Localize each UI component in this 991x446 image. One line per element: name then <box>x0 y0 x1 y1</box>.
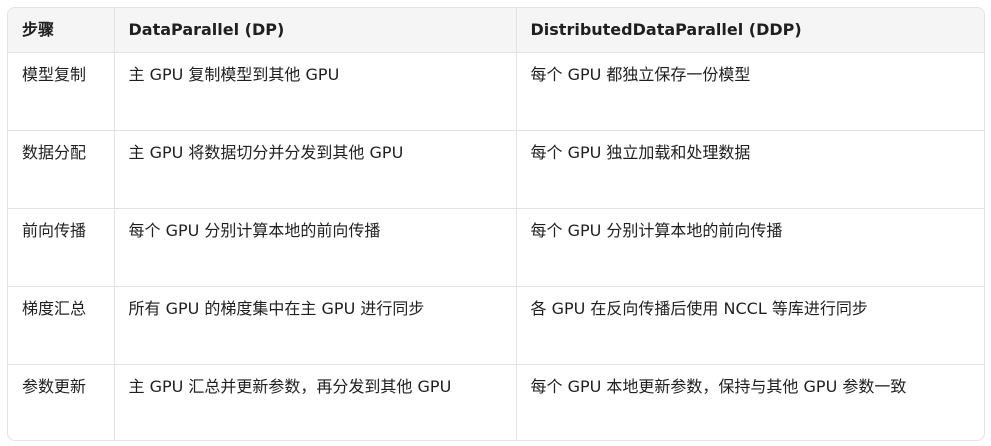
cell-step: 参数更新 <box>8 364 115 440</box>
cell-dp: 主 GPU 复制模型到其他 GPU <box>114 52 517 131</box>
cell-ddp: 各 GPU 在反向传播后使用 NCCL 等库进行同步 <box>516 286 984 365</box>
cell-ddp: 每个 GPU 独立加载和处理数据 <box>516 130 984 209</box>
table-body: 模型复制 主 GPU 复制模型到其他 GPU 每个 GPU 都独立保存一份模型 … <box>8 52 984 440</box>
cell-step: 梯度汇总 <box>8 286 115 365</box>
cell-step: 前向传播 <box>8 208 115 287</box>
header-step: 步骤 <box>8 8 115 53</box>
cell-dp: 主 GPU 汇总并更新参数，再分发到其他 GPU <box>114 364 517 440</box>
table-row: 数据分配 主 GPU 将数据切分并分发到其他 GPU 每个 GPU 独立加载和处… <box>8 130 984 209</box>
header-dp: DataParallel (DP) <box>114 8 517 53</box>
table-row: 梯度汇总 所有 GPU 的梯度集中在主 GPU 进行同步 各 GPU 在反向传播… <box>8 286 984 365</box>
header-row: 步骤 DataParallel (DP) DistributedDataPara… <box>8 8 984 53</box>
cell-dp: 主 GPU 将数据切分并分发到其他 GPU <box>114 130 517 209</box>
comparison-table-container: 步骤 DataParallel (DP) DistributedDataPara… <box>7 7 985 441</box>
cell-dp: 所有 GPU 的梯度集中在主 GPU 进行同步 <box>114 286 517 365</box>
table-row: 模型复制 主 GPU 复制模型到其他 GPU 每个 GPU 都独立保存一份模型 <box>8 52 984 131</box>
cell-dp: 每个 GPU 分别计算本地的前向传播 <box>114 208 517 287</box>
table-row: 前向传播 每个 GPU 分别计算本地的前向传播 每个 GPU 分别计算本地的前向… <box>8 208 984 287</box>
cell-step: 模型复制 <box>8 52 115 131</box>
table-row: 参数更新 主 GPU 汇总并更新参数，再分发到其他 GPU 每个 GPU 本地更… <box>8 364 984 440</box>
cell-step: 数据分配 <box>8 130 115 209</box>
cell-ddp: 每个 GPU 都独立保存一份模型 <box>516 52 984 131</box>
table-header: 步骤 DataParallel (DP) DistributedDataPara… <box>8 8 984 53</box>
dp-vs-ddp-table: 步骤 DataParallel (DP) DistributedDataPara… <box>8 8 984 440</box>
header-ddp: DistributedDataParallel (DDP) <box>516 8 984 53</box>
cell-ddp: 每个 GPU 本地更新参数，保持与其他 GPU 参数一致 <box>530 376 907 396</box>
cell-ddp: 每个 GPU 分别计算本地的前向传播 <box>516 208 984 287</box>
